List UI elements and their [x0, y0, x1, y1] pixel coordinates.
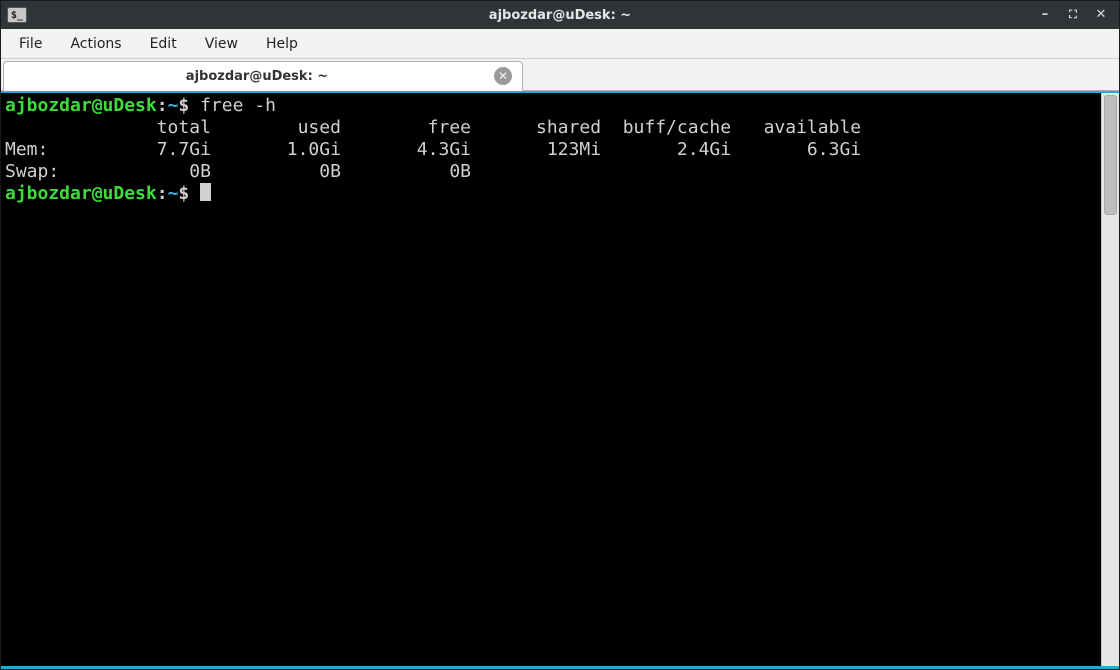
terminal-window: $_ ajbozdar@uDesk: ~ – ⛶ ✕ File Actions …: [0, 0, 1120, 670]
window-title: ajbozdar@uDesk: ~: [1, 8, 1119, 23]
tab-close-icon[interactable]: ✕: [494, 67, 512, 85]
window-controls: – ⛶ ✕: [1037, 8, 1113, 22]
tab-terminal-1[interactable]: ajbozdar@uDesk: ~ ✕: [3, 61, 523, 91]
terminal-app-icon: $_: [7, 7, 27, 23]
close-button[interactable]: ✕: [1093, 8, 1109, 22]
scrollbar[interactable]: [1101, 93, 1119, 666]
menubar: File Actions Edit View Help: [1, 29, 1119, 59]
menu-file[interactable]: File: [7, 32, 54, 56]
window-bottom-border: [1, 666, 1119, 669]
menu-edit[interactable]: Edit: [138, 32, 189, 56]
minimize-button[interactable]: –: [1037, 8, 1053, 22]
menu-actions[interactable]: Actions: [58, 32, 133, 56]
tabbar: ajbozdar@uDesk: ~ ✕: [1, 59, 1119, 91]
menu-view[interactable]: View: [193, 32, 250, 56]
terminal-output[interactable]: ajbozdar@uDesk:~$ free -h total used fre…: [1, 93, 1101, 666]
terminal-wrap: ajbozdar@uDesk:~$ free -h total used fre…: [1, 91, 1119, 666]
tab-label: ajbozdar@uDesk: ~: [20, 69, 494, 84]
scrollbar-thumb[interactable]: [1104, 95, 1117, 215]
menu-help[interactable]: Help: [254, 32, 310, 56]
titlebar[interactable]: $_ ajbozdar@uDesk: ~ – ⛶ ✕: [1, 1, 1119, 29]
maximize-button[interactable]: ⛶: [1065, 8, 1081, 22]
